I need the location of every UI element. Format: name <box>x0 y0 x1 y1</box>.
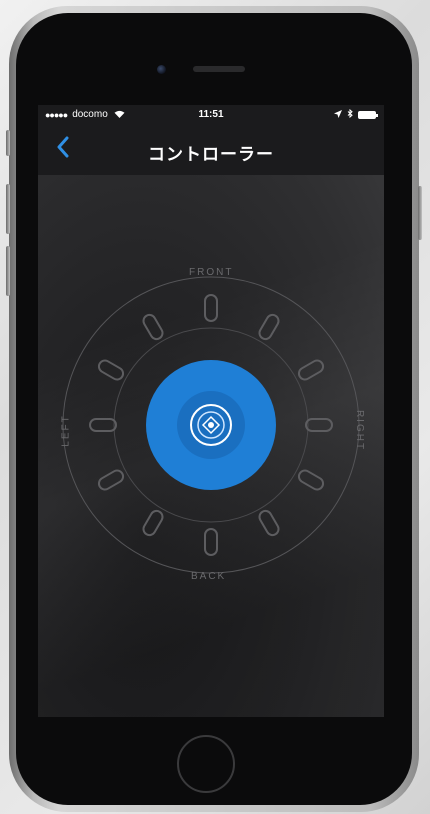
back-button[interactable] <box>56 136 78 162</box>
tick-front-left <box>142 313 164 341</box>
tick-right-front <box>297 359 325 381</box>
earpiece-speaker <box>193 66 245 72</box>
label-front: FRONT <box>189 267 234 278</box>
tick-right-back <box>297 469 325 491</box>
tick-left <box>89 418 117 432</box>
mute-switch <box>6 130 10 156</box>
location-arrow-icon <box>334 109 342 120</box>
battery-icon <box>358 110 378 119</box>
tick-right <box>305 418 333 432</box>
tick-left-back <box>97 469 125 491</box>
bluetooth-icon <box>347 108 353 120</box>
navigation-bar: コントローラー <box>38 125 384 175</box>
wifi-icon <box>114 110 125 120</box>
tick-back-right <box>258 509 280 537</box>
chevron-left-icon <box>57 136 69 158</box>
label-left: LEFT <box>60 414 72 447</box>
direction-controller[interactable]: FRONT BACK LEFT RIGHT <box>60 267 366 582</box>
front-camera <box>157 65 166 74</box>
tick-front <box>204 294 218 322</box>
volume-down-button <box>6 246 10 296</box>
tick-front-right <box>258 313 280 341</box>
power-button <box>418 186 422 240</box>
label-right: RIGHT <box>354 409 366 452</box>
volume-up-button <box>6 184 10 234</box>
home-button[interactable] <box>177 735 235 793</box>
tick-left-front <box>97 359 125 381</box>
status-bar: ●●●●● docomo 11:51 <box>38 105 384 125</box>
tick-back <box>204 528 218 556</box>
carrier-name: docomo <box>72 109 108 120</box>
page-title: コントローラー <box>148 145 274 164</box>
label-back: BACK <box>191 571 227 582</box>
status-time: 11:51 <box>198 109 224 120</box>
signal-strength-icon: ●●●●● <box>45 109 68 120</box>
app-screen: ●●●●● docomo 11:51 コントローラー FRONT BACK LE… <box>38 105 384 717</box>
controller-graphic <box>62 276 360 574</box>
tick-back-left <box>142 509 164 537</box>
